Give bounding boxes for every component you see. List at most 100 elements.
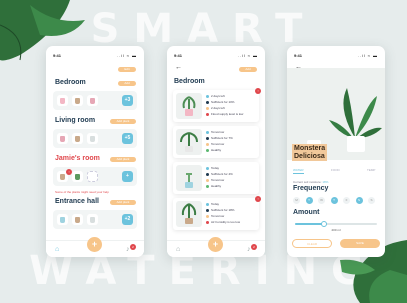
bottom-nav: ⌂ + ♪ 2 (167, 237, 265, 257)
bottom-nav: ⌂ + ♪ 2 (46, 237, 144, 257)
tab-food[interactable]: FOOD (331, 168, 340, 172)
add-fab-button[interactable]: + (208, 237, 223, 252)
add-plant-button[interactable]: Add (118, 81, 136, 86)
tab-temp[interactable]: TEMP (367, 168, 375, 172)
tan-pot-icon[interactable] (72, 95, 83, 106)
day-toggle[interactable]: F (343, 197, 350, 204)
soil-moisture-value: 18% (322, 180, 329, 184)
room-title-living-room[interactable]: Living room (55, 117, 95, 124)
health-status: Healthy (206, 148, 221, 152)
rose-pot-icon[interactable] (87, 95, 98, 106)
day-toggle[interactable]: T (305, 197, 313, 204)
frequency-days: MTWTFSS (293, 197, 379, 205)
home-icon[interactable]: ⌂ (176, 246, 180, 254)
rose-pot-icon[interactable] (57, 133, 68, 144)
warning-text: Some of the plants might need your help (55, 190, 109, 194)
add-plant-button[interactable]: Add plant (110, 200, 136, 205)
add-fab-button[interactable]: + (87, 237, 102, 252)
add-plant-button[interactable]: Add plant (110, 157, 136, 162)
detail-tabs: WATER FOOD TEMP (293, 168, 379, 176)
bell-icon[interactable]: ♪ (126, 246, 130, 254)
status-signal-icon: ..il ≈ ▬ (357, 53, 378, 58)
water-supply: Sufficient for 18% (206, 208, 234, 212)
page-title: Bedroom (174, 78, 205, 85)
tan-pot-icon[interactable] (72, 133, 83, 144)
save-button[interactable]: SAVE (340, 239, 380, 248)
status-bar: 9:41 ..il ≈ ▬ (53, 53, 137, 59)
frequency-title: Frequency (293, 185, 329, 192)
add-button[interactable]: Add (239, 67, 257, 72)
status-time: 9:41 (174, 53, 183, 58)
room-plants-living-room[interactable]: +5 (53, 129, 137, 148)
clear-button[interactable]: CLEAR (292, 239, 332, 248)
plant-card[interactable]: Today Sufficient for 4% Tomorrow Healthy (173, 162, 259, 194)
status-bar: 9:41 ..il ≈ ▬ (174, 53, 258, 59)
room-title-bedroom[interactable]: Bedroom (55, 79, 86, 86)
health-status: Flood supply level is low (206, 112, 243, 116)
notification-badge: 2 (130, 244, 136, 250)
plant-name-line-2: Deliciosa (292, 152, 327, 161)
food-status: Tomorrow (206, 178, 224, 182)
plant-thumbnail (176, 165, 202, 191)
blue-pot-icon[interactable] (57, 214, 68, 225)
amount-slider[interactable] (295, 221, 377, 227)
health-status: Air humidity is too low (206, 220, 240, 224)
plant-thumbnail (176, 129, 202, 155)
water-status: Today (206, 202, 219, 206)
water-supply: Sufficient for 4% (206, 172, 233, 176)
water-status: Tomorrow (206, 130, 224, 134)
water-status: Today (206, 166, 219, 170)
status-signal-icon: ..il ≈ ▬ (237, 53, 258, 58)
food-status: Tomorrow (206, 142, 224, 146)
plant-card[interactable]: Today Sufficient for 18% Tomorrow Air hu… (173, 196, 261, 230)
alert-badge: ! (255, 88, 261, 94)
status-time: 9:41 (294, 53, 303, 58)
phone-plant-detail-screen: 9:41 ..il ≈ ▬ ← Monstera Deliciosa WATER… (287, 46, 385, 257)
day-toggle[interactable]: T (330, 197, 338, 204)
amount-value: 200 ml (331, 228, 341, 232)
health-status: Healthy (206, 184, 221, 188)
plant-card[interactable]: Tomorrow Sufficient for 7% Tomorrow Heal… (173, 126, 259, 158)
food-status: Tomorrow (206, 214, 224, 218)
tab-water[interactable]: WATER (293, 168, 304, 174)
water-status: 2 days left (206, 94, 225, 98)
status-signal-icon: ..il ≈ ▬ (116, 53, 137, 58)
phone-bedroom-screen: 9:41 ..il ≈ ▬ ← Add Bedroom 2 days left … (167, 46, 265, 257)
room-plants-bedroom[interactable]: +3 (53, 91, 137, 110)
white-pot-icon[interactable] (87, 133, 98, 144)
home-icon[interactable]: ⌂ (55, 246, 59, 254)
soil-moisture: Current soil moisture: 18% (293, 180, 329, 184)
room-plants-jamies-room[interactable]: ! + (53, 167, 137, 186)
tan-pot-icon[interactable] (72, 214, 83, 225)
slider-knob[interactable] (320, 221, 327, 227)
plant-thumbnail (176, 93, 202, 119)
back-arrow-icon[interactable]: ← (175, 64, 182, 71)
add-plant-square-button[interactable]: + (122, 171, 133, 182)
pink-pot-icon[interactable] (57, 95, 68, 106)
day-toggle[interactable]: M (293, 197, 300, 204)
amount-title: Amount (293, 209, 320, 216)
edit-button[interactable]: Edit (118, 67, 136, 72)
day-toggle[interactable]: W (318, 197, 325, 204)
bell-icon[interactable]: ♪ (247, 246, 251, 254)
status-time: 9:41 (53, 53, 62, 58)
plant-icon[interactable] (72, 171, 83, 182)
more-plants-button[interactable]: +3 (122, 95, 133, 106)
alert-badge: ! (255, 196, 261, 202)
empty-slot[interactable] (87, 171, 98, 182)
room-title-entrance-hall[interactable]: Entrance hall (55, 198, 99, 205)
white-pot-icon[interactable] (87, 214, 98, 225)
add-plant-button[interactable]: Add plant (110, 119, 136, 124)
room-title-jamies-room[interactable]: Jamie's room (55, 155, 100, 162)
day-toggle[interactable]: S (368, 197, 375, 204)
more-plants-button[interactable]: +5 (122, 133, 133, 144)
food-status: 2 days left (206, 106, 225, 110)
slider-fill (295, 223, 324, 225)
plant-thumbnail (176, 201, 202, 227)
phone-rooms-screen: 9:41 ..il ≈ ▬ Edit Bedroom Add +3 Living… (46, 46, 144, 257)
notification-badge: 2 (251, 244, 257, 250)
more-plants-button[interactable]: +2 (122, 214, 133, 225)
day-toggle[interactable]: S (355, 197, 363, 204)
plant-card[interactable]: 2 days left Sufficient for 10% 2 days le… (173, 88, 261, 122)
room-plants-entrance-hall[interactable]: +2 (53, 210, 137, 229)
